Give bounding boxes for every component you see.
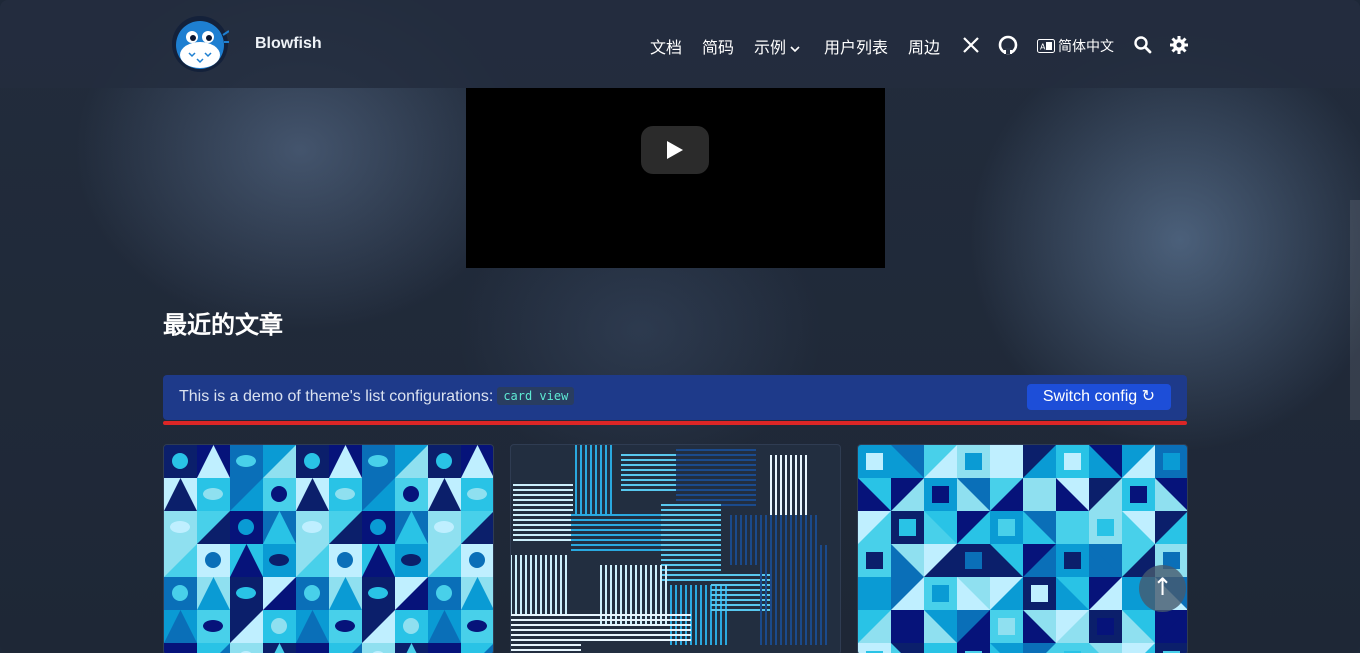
svg-text:A: A xyxy=(1040,43,1046,52)
language-label: 简体中文 xyxy=(1058,39,1114,55)
github-icon[interactable] xyxy=(998,35,1018,55)
switch-config-button[interactable]: Switch config ↻ xyxy=(1026,384,1171,410)
accent-divider xyxy=(163,421,1187,425)
site-brand[interactable]: Blowfish xyxy=(255,35,322,53)
chevron-down-icon xyxy=(790,45,800,52)
nav-item-merch[interactable]: 周边 xyxy=(908,34,940,58)
recent-articles-heading: 最近的文章 xyxy=(163,311,283,339)
video-embed[interactable] xyxy=(466,88,885,268)
scrollbar[interactable] xyxy=(1350,200,1360,420)
article-card-1[interactable] xyxy=(163,444,494,653)
banner-description: This is a demo of theme's list configura… xyxy=(179,388,494,405)
nav-item-examples-label: 示例 xyxy=(754,38,787,57)
article-thumbnail-1 xyxy=(164,445,493,653)
article-card-3[interactable] xyxy=(857,444,1188,653)
nav-item-users[interactable]: 用户列表 xyxy=(824,34,888,58)
nav-item-examples[interactable]: 示例 xyxy=(754,34,800,58)
browser-frame: Blowfish 文档 简码 示例 用户列表 周边 A 简体中文 最近的文章 T… xyxy=(0,0,1360,653)
banner-text: This is a demo of theme's list configura… xyxy=(179,387,575,406)
current-view-code: card view xyxy=(497,387,575,405)
demo-config-banner: This is a demo of theme's list configura… xyxy=(163,375,1187,420)
x-icon[interactable] xyxy=(961,35,981,55)
article-card-2[interactable] xyxy=(510,444,841,653)
gear-icon[interactable] xyxy=(1169,35,1189,55)
nav-item-shortcodes[interactable]: 简码 xyxy=(702,34,734,58)
translate-icon: A xyxy=(1037,39,1055,53)
search-icon[interactable] xyxy=(1133,35,1153,55)
play-button[interactable] xyxy=(641,126,709,174)
article-thumbnail-3 xyxy=(858,445,1187,653)
play-icon xyxy=(667,141,683,159)
language-switcher[interactable]: A 简体中文 xyxy=(1037,36,1114,56)
blowfish-logo[interactable] xyxy=(171,15,230,73)
site-header: Blowfish 文档 简码 示例 用户列表 周边 A 简体中文 xyxy=(0,0,1360,88)
article-thumbnail-2 xyxy=(511,445,827,651)
back-to-top-button[interactable]: ↑ xyxy=(1139,565,1186,612)
nav-item-docs[interactable]: 文档 xyxy=(650,34,682,58)
